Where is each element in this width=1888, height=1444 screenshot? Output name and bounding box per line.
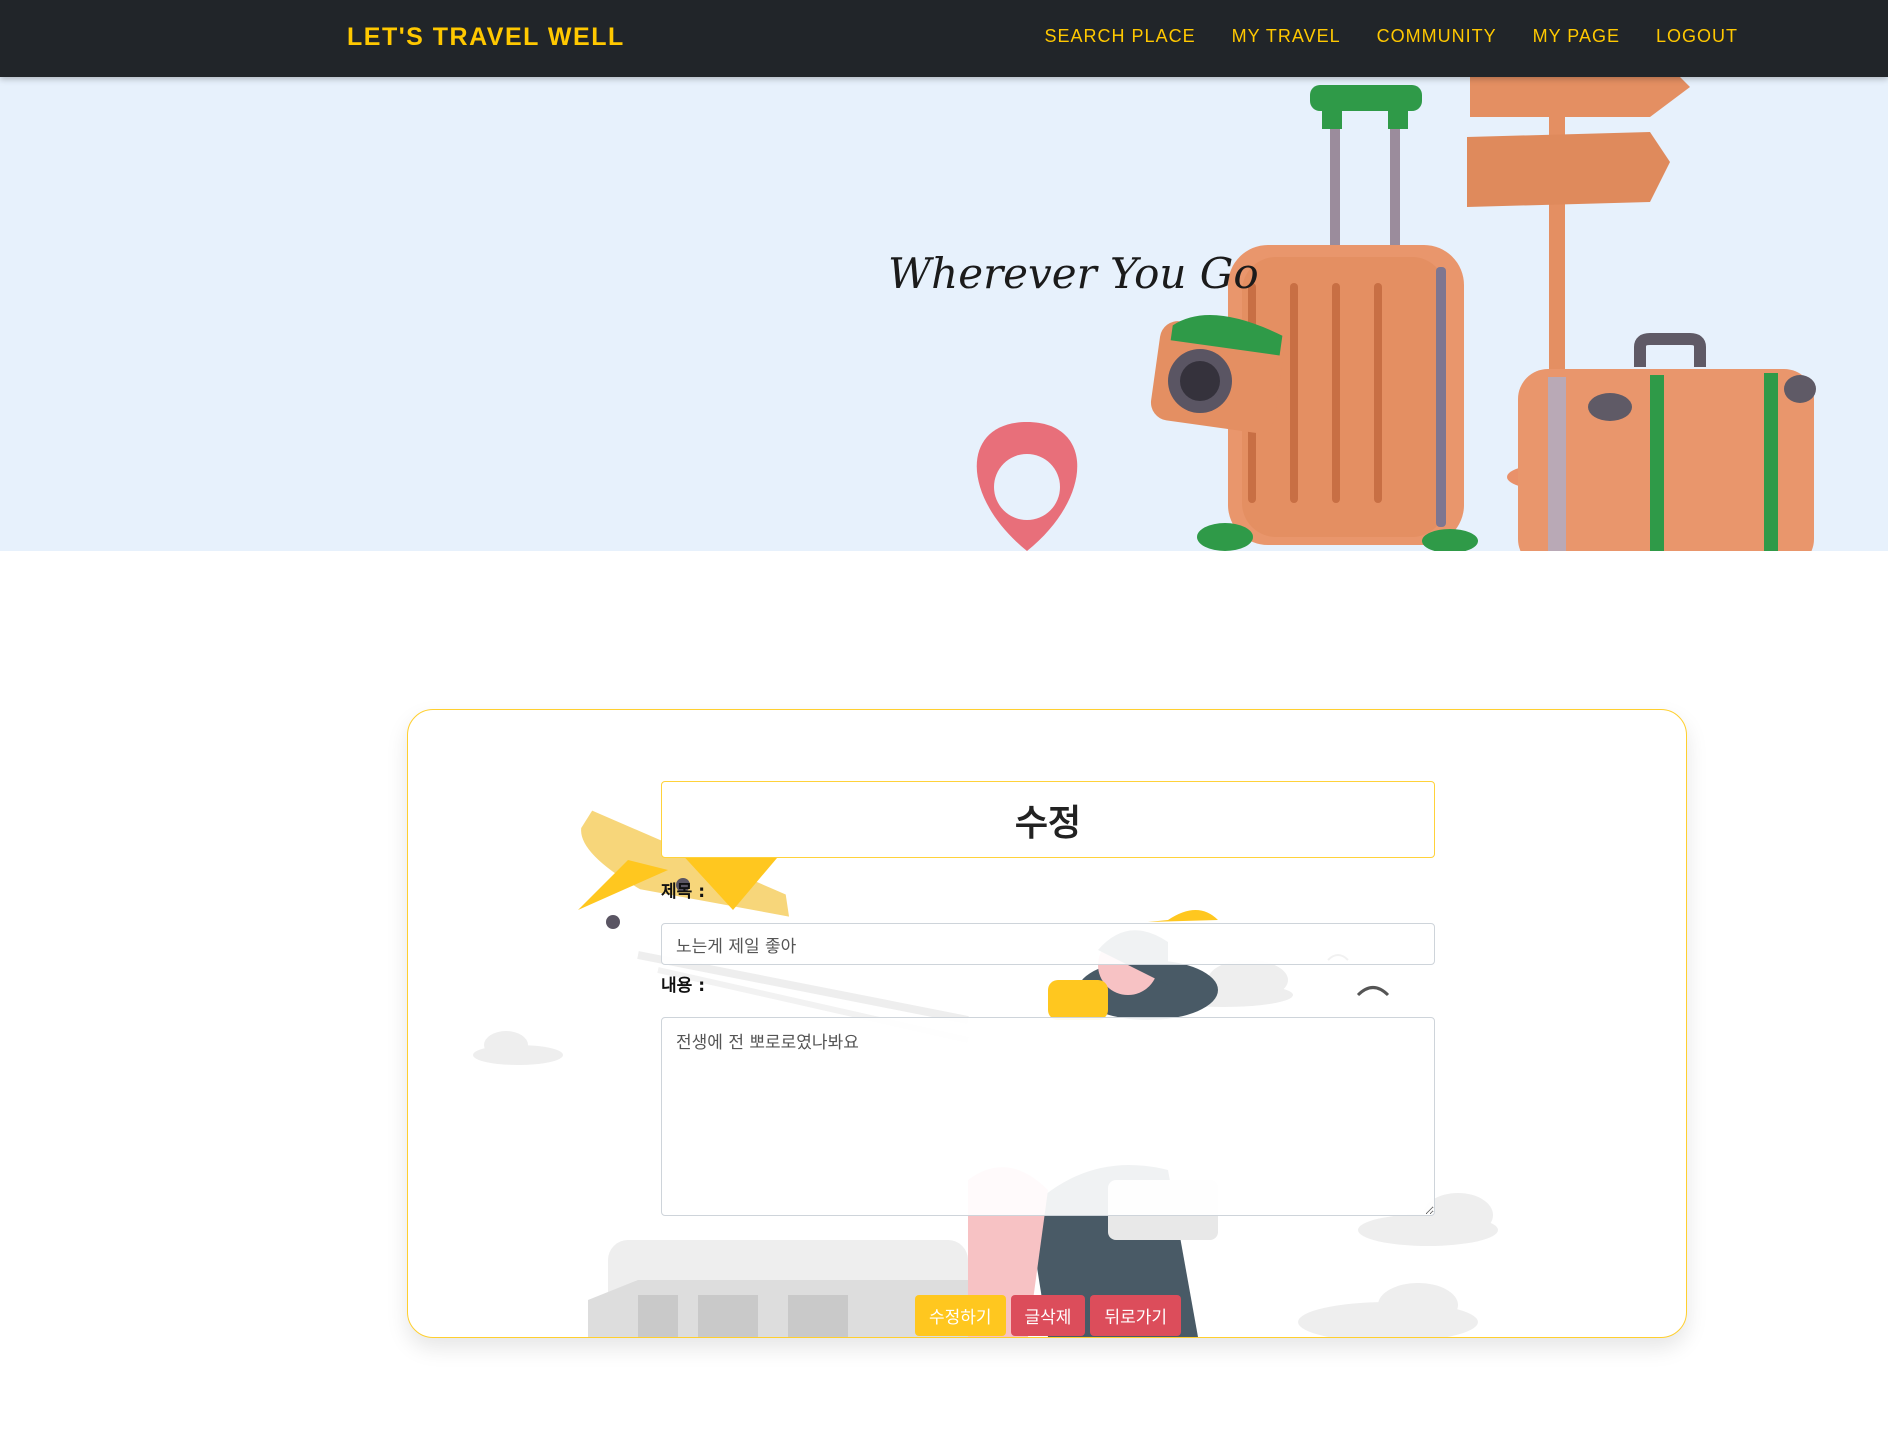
nav-logout[interactable]: LOGOUT xyxy=(1656,26,1738,47)
title-input[interactable] xyxy=(661,923,1435,965)
location-pin-icon xyxy=(976,422,1078,551)
bird-icon xyxy=(1356,986,1390,997)
page-title: 수정 xyxy=(1014,802,1082,844)
back-button[interactable]: 뒤로가기 xyxy=(1090,1295,1182,1336)
small-suitcase-icon xyxy=(1518,333,1816,551)
edit-submit-button[interactable]: 수정하기 xyxy=(914,1295,1006,1336)
edit-form: 수정 제목 : 내용 : 전생에 전 뽀로로였나봐요 수정하기 글삭제 뒤로가기 xyxy=(661,781,1435,1336)
nav-community[interactable]: COMMUNITY xyxy=(1377,26,1497,47)
title-label: 제목 : xyxy=(661,882,705,902)
delete-post-button[interactable]: 글삭제 xyxy=(1010,1295,1086,1336)
edit-post-card: 수정 제목 : 내용 : 전생에 전 뽀로로였나봐요 수정하기 글삭제 뒤로가기 xyxy=(407,709,1687,1338)
hero-banner: Wherever You Go xyxy=(0,77,1888,551)
content-label: 내용 : xyxy=(661,976,705,996)
page-heading-box: 수정 xyxy=(661,781,1435,858)
brand-logo-link[interactable]: LET'S TRAVEL WELL xyxy=(347,23,625,52)
suitcase-icon xyxy=(1197,85,1478,551)
content-textarea[interactable]: 전생에 전 뽀로로였나봐요 xyxy=(661,1017,1435,1216)
nav-links: SEARCH PLACE MY TRAVEL COMMUNITY MY PAGE… xyxy=(1045,26,1738,47)
nav-my-travel[interactable]: MY TRAVEL xyxy=(1232,26,1341,47)
navbar: LET'S TRAVEL WELL SEARCH PLACE MY TRAVEL… xyxy=(0,0,1888,77)
nav-search-place[interactable]: SEARCH PLACE xyxy=(1045,26,1196,47)
action-buttons: 수정하기 글삭제 뒤로가기 xyxy=(661,1295,1435,1336)
travel-illustration xyxy=(976,77,1816,551)
hero-title: Wherever You Go xyxy=(888,249,1259,298)
nav-my-page[interactable]: MY PAGE xyxy=(1533,26,1620,47)
